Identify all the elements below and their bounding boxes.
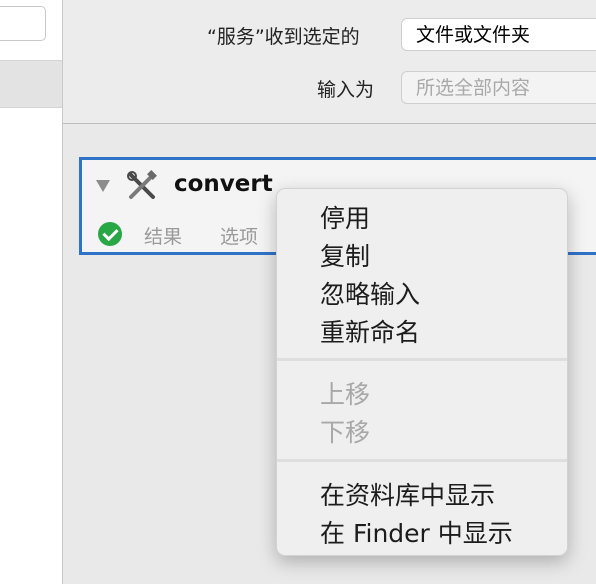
- menu-item-disable[interactable]: 停用: [320, 199, 370, 235]
- action-title: convert: [174, 171, 273, 197]
- menu-separator: [277, 459, 567, 462]
- menu-item-rename[interactable]: 重新命名: [320, 313, 420, 349]
- menu-item-ignore-input[interactable]: 忽略输入: [320, 275, 420, 311]
- input-as-label: 输入为: [317, 79, 375, 101]
- service-receives-label: “服务”收到选定的: [207, 26, 360, 48]
- menu-item-move-up[interactable]: 上移: [320, 375, 370, 411]
- checkmark-icon: [98, 222, 122, 246]
- input-as-select[interactable]: 所选全部内容: [401, 71, 596, 104]
- context-menu: 停用 复制 忽略输入 重新命名 上移 下移 在资料库中显示 在 Finder 中…: [276, 188, 568, 556]
- menu-item-show-in-finder[interactable]: 在 Finder 中显示: [320, 514, 513, 550]
- tab-results[interactable]: 结果: [144, 222, 182, 249]
- search-field[interactable]: [0, 6, 46, 41]
- sidebar: [0, 0, 63, 584]
- tools-icon: [127, 170, 157, 199]
- disclosure-triangle-icon[interactable]: [96, 180, 110, 192]
- menu-item-show-in-library[interactable]: 在资料库中显示: [320, 476, 495, 512]
- menu-item-duplicate[interactable]: 复制: [320, 237, 370, 273]
- menu-item-move-down[interactable]: 下移: [320, 413, 370, 449]
- sidebar-selected-row[interactable]: [0, 60, 62, 108]
- tab-options[interactable]: 选项: [220, 222, 258, 249]
- service-input-type-select[interactable]: 文件或文件夹: [401, 18, 596, 51]
- menu-separator: [277, 358, 567, 361]
- service-settings: “服务”收到选定的 文件或文件夹 输入为 所选全部内容: [63, 0, 596, 124]
